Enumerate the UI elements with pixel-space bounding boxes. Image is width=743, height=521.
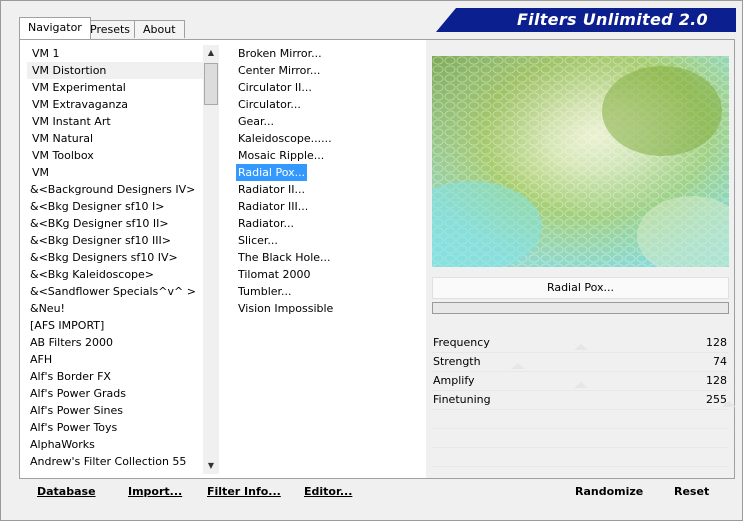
filter-item[interactable]: Tilomat 2000 [236, 266, 312, 283]
category-item[interactable]: Alf's Border FX [27, 368, 205, 385]
slider-thumb[interactable] [574, 344, 589, 350]
category-item[interactable]: &<Bkg Designers sf10 IV> [27, 249, 205, 266]
category-item[interactable]: &<Bkg Designer sf10 III> [27, 232, 205, 249]
filter-item[interactable]: The Black Hole... [236, 249, 333, 266]
category-item[interactable]: &Neu! [27, 300, 205, 317]
category-item[interactable]: &<BKg Designer sf10 II> [27, 215, 205, 232]
editor-button[interactable]: Editor... [304, 485, 352, 498]
slider-thumb[interactable] [722, 401, 736, 407]
database-button[interactable]: Database [37, 485, 96, 498]
category-item[interactable]: &<Bkg Kaleidoscope> [27, 266, 205, 283]
filter-item[interactable]: Radiator II... [236, 181, 307, 198]
empty-param-row [432, 448, 729, 467]
category-item[interactable]: Alf's Power Sines [27, 402, 205, 419]
scroll-down-arrow-icon[interactable]: ▼ [203, 458, 219, 474]
category-item[interactable]: AB Filters 2000 [27, 334, 205, 351]
category-item[interactable]: VM Experimental [27, 79, 205, 96]
filter-item[interactable]: Mosaic Ripple... [236, 147, 326, 164]
filter-item[interactable]: Circulator II... [236, 79, 314, 96]
preview-image [432, 56, 729, 267]
right-button-bar: Randomize Reset [431, 479, 735, 505]
param-row[interactable]: Finetuning 255 [432, 391, 736, 410]
scroll-up-arrow-icon[interactable]: ▲ [203, 45, 219, 61]
filter-item[interactable]: Circulator... [236, 96, 303, 113]
filter-item[interactable]: Vision Impossible [236, 300, 335, 317]
left-button-bar: Database Import... Filter Info... Editor… [21, 479, 425, 505]
slider-thumb[interactable] [574, 382, 589, 388]
category-item[interactable]: &<Sandflower Specials^v^ > [27, 283, 205, 300]
param-slider[interactable] [432, 401, 736, 407]
param-row[interactable]: Amplify 128 [432, 372, 729, 391]
tab-about[interactable]: About [134, 20, 185, 38]
category-item[interactable]: Alf's Power Grads [27, 385, 205, 402]
param-row[interactable]: Strength 74 [432, 353, 729, 372]
category-item[interactable]: VM Toolbox [27, 147, 205, 164]
category-item[interactable]: AlphaWorks [27, 436, 205, 453]
import-button[interactable]: Import... [128, 485, 182, 498]
filter-item[interactable]: Radial Pox... [236, 164, 308, 181]
empty-param-row [432, 429, 729, 448]
filter-item[interactable]: Slicer... [236, 232, 280, 249]
filter-item[interactable]: Radiator... [236, 215, 296, 232]
category-item[interactable]: [AFS IMPORT] [27, 317, 205, 334]
category-item[interactable]: Andrew's Filter Collection 55 [27, 453, 205, 470]
filter-info-button[interactable]: Filter Info... [207, 485, 281, 498]
slider-thumb[interactable] [511, 363, 526, 369]
category-item[interactable]: Andrew's Filter Collection 56 [27, 470, 205, 473]
reset-button[interactable]: Reset [674, 485, 709, 498]
param-slider[interactable] [432, 382, 729, 388]
category-item[interactable]: &<Background Designers IV> [27, 181, 205, 198]
tab-navigator[interactable]: Navigator [19, 17, 91, 39]
app-title: Filters Unlimited 2.0 [516, 10, 708, 29]
category-item[interactable]: Alf's Power Toys [27, 419, 205, 436]
category-scrollbar[interactable]: ▲ ▼ [203, 45, 219, 474]
category-item[interactable]: VM Extravaganza [27, 96, 205, 113]
banner-slant [436, 8, 456, 32]
category-list[interactable]: VM 1 VM Distortion VM Experimental VM Extra… [27, 45, 205, 473]
category-item[interactable]: VM Natural [27, 130, 205, 147]
title-banner: Filters Unlimited 2.0 [436, 8, 736, 32]
parameter-list: Frequency 128 Strength 74 Amplify 128 Finetuni… [432, 334, 736, 486]
randomize-button[interactable]: Randomize [575, 485, 643, 498]
category-item[interactable]: VM 1 [27, 45, 205, 62]
category-item[interactable]: VM [27, 164, 205, 181]
filter-item[interactable]: Center Mirror... [236, 62, 322, 79]
filter-item[interactable]: Broken Mirror... [236, 45, 324, 62]
param-row[interactable]: Frequency 128 [432, 334, 729, 353]
scroll-thumb[interactable] [204, 63, 218, 105]
filter-item[interactable]: Kaleidoscope...... [236, 130, 334, 147]
filters-unlimited-window: Navigator Presets About Filters Unlimite… [0, 0, 743, 521]
param-slider[interactable] [432, 344, 729, 350]
empty-param-row [432, 410, 729, 429]
filter-item[interactable]: Gear... [236, 113, 276, 130]
navigator-panel: VM 1 VM Distortion VM Experimental VM Extra… [19, 39, 736, 486]
filter-item[interactable]: Radiator III... [236, 198, 310, 215]
category-item[interactable]: &<Bkg Designer sf10 I> [27, 198, 205, 215]
filter-item[interactable]: Tumbler... [236, 283, 294, 300]
progress-bar [432, 302, 729, 314]
filter-list[interactable]: Broken Mirror... Center Mirror... Circulat… [236, 45, 426, 317]
category-item[interactable]: VM Instant Art [27, 113, 205, 130]
category-item[interactable]: AFH [27, 351, 205, 368]
category-item[interactable]: VM Distortion [27, 62, 205, 79]
selected-filter-name: Radial Pox... [432, 277, 729, 299]
radial-pox-preview [432, 56, 729, 267]
param-slider[interactable] [432, 363, 729, 369]
